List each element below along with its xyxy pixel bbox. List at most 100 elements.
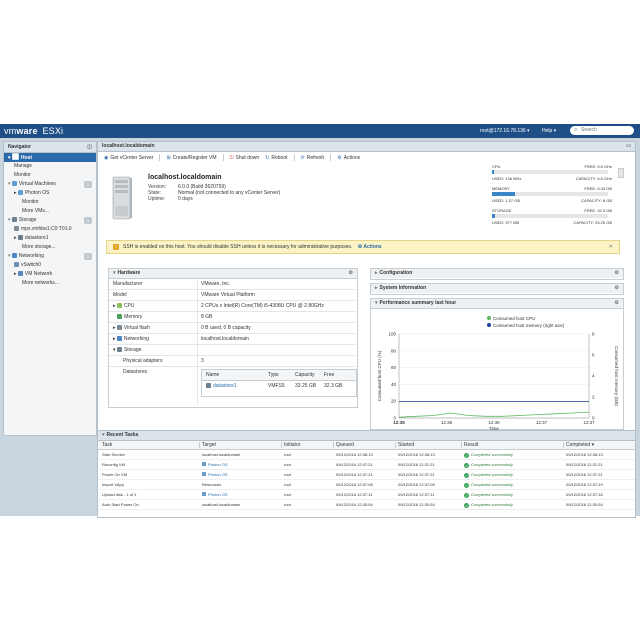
nav-item-host[interactable]: ▾ Host [4,153,96,162]
performance-header[interactable]: ▾ Performance summary last hour ⚙ [371,299,623,309]
nav-item-datastore1[interactable]: ▸ datastore1 [4,234,96,243]
vm-icon [202,472,206,476]
x-tick-label: 12:35 [393,420,405,425]
datastore-row[interactable]: datastore1 VMFS5 33.25 GB 32.3 GB [202,381,356,391]
tasks-column-header[interactable]: Target [202,441,216,449]
task-cell-task: Auto Start Power On [102,502,139,507]
shutdown-button[interactable]: ⏻ Shut down [230,154,260,162]
reboot-button[interactable]: ↻ Reboot [265,154,287,162]
table-row[interactable]: Upload disk - 1 of 1 Photon OS root 09/12/2… [98,490,635,500]
hw-row-storage[interactable]: ▾ Storage [109,345,355,356]
actions-button[interactable]: ⚙ Actions [337,154,360,162]
task-cell-target: Photon OS [208,492,228,497]
task-cell-initiator: root [284,482,291,487]
nav-item-monitor[interactable]: Monitor [4,171,96,180]
tasks-column-header[interactable]: Initiator [284,441,300,449]
gear-icon[interactable]: ⚙ [349,269,353,278]
column-separator[interactable] [333,442,334,448]
search-input[interactable] [581,127,629,133]
window-icon[interactable]: ▭ [626,142,631,151]
esxi-host-client: vmware ESXi root@172.16.78.136 ▾ Help ▾ … [0,124,640,518]
datastores-table: Name Type Capacity Free datastore1 VMFS5… [201,369,357,397]
resource-meters: CPU FREE: 5.6 GHz USED: 136 MHz CAPACITY… [490,164,624,230]
search-box[interactable]: ⌕ [570,126,634,135]
nav-item-virtual-machines[interactable]: ▾ Virtual Machines 1 [4,180,96,189]
nav-item-monitor[interactable]: Monitor [4,198,96,207]
recent-tasks-header[interactable]: ▾ Recent Tasks [98,431,635,441]
column-separator[interactable] [395,442,396,448]
system-information-panel[interactable]: ▸ System Information ⚙ [370,283,624,295]
hw-row-cpu[interactable]: ▸ CPU 2 CPUs x Intel(R) Core(TM) i5-4308U… [109,301,355,312]
refresh-button[interactable]: ⟳ Refresh [301,154,325,162]
table-row[interactable]: Power On VM Photon OS root 09/12/2016 12:37… [98,470,635,480]
get-vcenter-button[interactable]: ◉ Get vCenter Server [104,154,153,162]
scrollbar[interactable] [618,168,624,178]
task-cell-initiator: root [284,472,291,477]
nav-item-mpx-vmhba1-c0-t0-l0[interactable]: mpx.vmhba1:C0:T0:L0 [4,225,96,234]
table-row[interactable]: Start Service localhost.localdomain root 09… [98,450,635,460]
gear-icon[interactable]: ⚙ [615,269,619,278]
collapse-icon[interactable]: ▾ [113,347,116,353]
task-cell-initiator: root [284,492,291,497]
help-menu[interactable]: Help ▾ [542,128,556,134]
nav-item-more-networks[interactable]: More networks... [4,279,96,288]
table-row[interactable]: Auto Start Power On localhost.localdomain… [98,500,635,510]
success-icon: ✓ [464,503,469,508]
nav-item-more-storage[interactable]: More storage... [4,243,96,252]
column-separator[interactable] [461,442,462,448]
nav-item-label: Monitor [14,172,31,178]
nav-item-manage[interactable]: Manage [4,162,96,171]
y2-tick-label: 2 [592,395,595,400]
network-icon [116,336,122,341]
power-icon: ⏻ [229,155,234,161]
tasks-column-header[interactable]: Task [102,441,112,449]
nav-item-photon-os[interactable]: ▸ Photon OS [4,189,96,198]
table-row[interactable]: Reconfig VM Photon OS root 09/12/2016 12:37… [98,460,635,470]
expand-icon[interactable]: ▸ [113,336,116,342]
tasks-column-header[interactable]: Result [464,441,478,449]
y2-tick-label: 4 [592,374,595,379]
hw-row-physical-adapters: Physical adapters 3 [109,356,355,367]
flash-icon [116,325,122,330]
nav-item-networking[interactable]: ▾ Networking 1 [4,252,96,261]
nav-item-label: vSwitch0 [21,262,42,268]
toolbar-divider [330,154,332,162]
series-line-consumed-host-cpu [398,411,590,418]
performance-panel: ▾ Performance summary last hour ⚙ Consumed… [370,298,624,431]
task-cell-target: localhost.localdomain [202,502,241,507]
nav-item-vswitch0[interactable]: vSwitch0 [4,261,96,270]
column-separator[interactable] [563,442,564,448]
collapse-icon: ▾ [375,300,378,306]
vm-icon [202,492,206,496]
nav-item-storage[interactable]: ▾ Storage 1 [4,216,96,225]
tasks-column-header[interactable]: Queued [336,441,354,449]
x-tick-label: 12:36 [488,420,500,425]
column-separator[interactable] [199,442,200,448]
configuration-panel[interactable]: ▸ Configuration ⚙ [370,268,624,280]
pin-icon[interactable]: ◫ [87,142,92,152]
tasks-column-header[interactable]: Started [398,441,414,449]
gear-icon[interactable]: ⚙ [615,284,619,293]
user-menu[interactable]: root@172.16.78.136 ▾ [480,128,530,134]
toolbar-divider [222,154,224,162]
create-vm-button[interactable]: ⊞ Create/Register VM [166,154,216,162]
table-row[interactable]: Import VApp Resources root 09/12/2016 12:37… [98,480,635,490]
hw-row-virtual-flash[interactable]: ▸ Virtual flash 0 B used, 0 B capacity [109,323,355,334]
hw-row-networking[interactable]: ▸ Networking localhost.localdomain [109,334,355,345]
nav-item-label: Host [20,155,33,161]
navigator-panel: Navigator ◫ ▾ Host Manage Monitor ▾ Virtual… [3,141,97,436]
alert-actions-button[interactable]: ⚙ Actions [358,244,382,250]
x-tick-label: 12:37 [536,420,548,425]
collapse-icon: ▾ [113,270,116,276]
storage-icon [11,217,17,222]
expand-icon[interactable]: ▸ [113,325,116,331]
hardware-header[interactable]: ▾ Hardware ⚙ [109,269,357,279]
nav-item-more-vms[interactable]: More VMs... [4,207,96,216]
gear-icon[interactable]: ⚙ [615,299,619,308]
x-tick-label: 12:36 [441,420,453,425]
nav-item-vm-network[interactable]: ▸ VM Network [4,270,96,279]
close-icon[interactable]: ✕ [609,241,613,253]
expand-icon[interactable]: ▸ [113,303,116,309]
tasks-column-header[interactable]: Completed ▾ [566,441,594,449]
column-separator[interactable] [281,442,282,448]
